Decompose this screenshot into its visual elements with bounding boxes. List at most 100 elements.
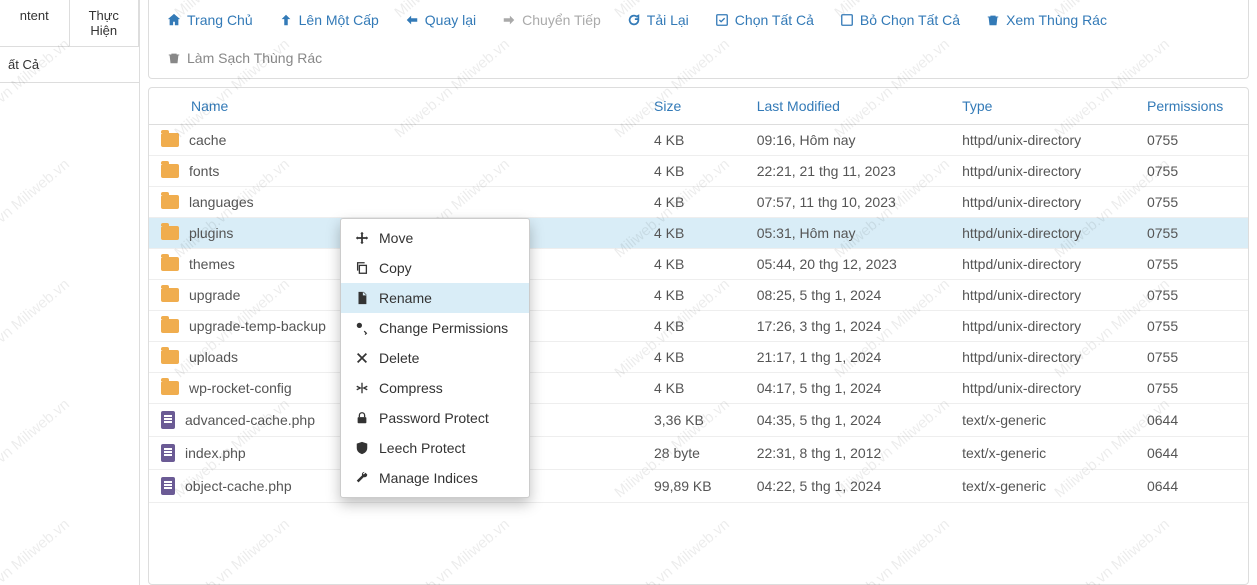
back-button[interactable]: Quay lại bbox=[395, 4, 486, 36]
file-name: upgrade-temp-backup bbox=[189, 318, 326, 334]
context-menu: Move Copy Rename Change Permissions Dele… bbox=[340, 218, 530, 498]
file-modified: 22:31, 8 thg 1, 2012 bbox=[745, 437, 950, 470]
table-row[interactable]: cache4 KB09:16, Hôm nayhttpd/unix-direct… bbox=[149, 125, 1248, 156]
file-permissions: 0755 bbox=[1135, 373, 1248, 404]
square-icon bbox=[840, 13, 854, 27]
file-name: languages bbox=[189, 194, 254, 210]
view-trash-button[interactable]: Xem Thùng Rác bbox=[976, 4, 1117, 36]
file-size: 4 KB bbox=[642, 218, 745, 249]
file-name: uploads bbox=[189, 349, 238, 365]
table-row[interactable]: advanced-cache.php3,36 KB04:35, 5 thg 1,… bbox=[149, 404, 1248, 437]
file-type: httpd/unix-directory bbox=[950, 311, 1135, 342]
ctx-copy[interactable]: Copy bbox=[341, 253, 529, 283]
column-permissions[interactable]: Permissions bbox=[1135, 88, 1248, 125]
table-row[interactable]: wp-rocket-config4 KB04:17, 5 thg 1, 2024… bbox=[149, 373, 1248, 404]
folder-icon bbox=[161, 257, 179, 271]
move-icon bbox=[355, 231, 369, 245]
table-row[interactable]: uploads 4 KB21:17, 1 thg 1, 2024httpd/uni… bbox=[149, 342, 1248, 373]
column-type[interactable]: Type bbox=[950, 88, 1135, 125]
file-icon bbox=[161, 411, 175, 429]
sidebar: ntent Thực Hiện ất Cả bbox=[0, 0, 140, 585]
sidebar-item-all[interactable]: ất Cả bbox=[0, 47, 139, 83]
file-modified: 21:17, 1 thg 1, 2024 bbox=[745, 342, 950, 373]
file-permissions: 0755 bbox=[1135, 125, 1248, 156]
reload-label: Tải Lại bbox=[647, 12, 689, 28]
unselect-all-label: Bỏ Chọn Tất Cả bbox=[860, 12, 960, 28]
file-type: text/x-generic bbox=[950, 404, 1135, 437]
file-type: httpd/unix-directory bbox=[950, 249, 1135, 280]
up-label: Lên Một Cấp bbox=[299, 12, 379, 28]
folder-icon bbox=[161, 288, 179, 302]
sidebar-tab-action[interactable]: Thực Hiện bbox=[70, 0, 140, 47]
unselect-all-button[interactable]: Bỏ Chọn Tất Cả bbox=[830, 4, 970, 36]
file-size: 99,89 KB bbox=[642, 470, 745, 503]
file-name: cache bbox=[189, 132, 226, 148]
table-row[interactable]: languages4 KB07:57, 11 thg 10, 2023httpd… bbox=[149, 187, 1248, 218]
trash-clean-icon bbox=[167, 51, 181, 65]
file-permissions: 0755 bbox=[1135, 187, 1248, 218]
file-size: 4 KB bbox=[642, 156, 745, 187]
up-one-level-button[interactable]: Lên Một Cấp bbox=[269, 4, 389, 36]
lock-icon bbox=[355, 411, 369, 425]
table-row[interactable]: plugins4 KB05:31, Hôm nayhttpd/unix-dire… bbox=[149, 218, 1248, 249]
ctx-leech-label: Leech Protect bbox=[379, 440, 465, 456]
file-name: wp-rocket-config bbox=[189, 380, 292, 396]
table-row[interactable]: index.php28 byte22:31, 8 thg 1, 2012text… bbox=[149, 437, 1248, 470]
file-permissions: 0755 bbox=[1135, 311, 1248, 342]
toolbar: Trang Chủ Lên Một Cấp Quay lại Chuyển Ti… bbox=[148, 0, 1249, 79]
folder-icon bbox=[161, 195, 179, 209]
ctx-rename[interactable]: Rename bbox=[341, 283, 529, 313]
table-row[interactable]: fonts4 KB22:21, 21 thg 11, 2023httpd/uni… bbox=[149, 156, 1248, 187]
column-size[interactable]: Size bbox=[642, 88, 745, 125]
folder-icon bbox=[161, 381, 179, 395]
folder-icon bbox=[161, 164, 179, 178]
ctx-chperm-label: Change Permissions bbox=[379, 320, 508, 336]
reload-icon bbox=[627, 13, 641, 27]
home-icon bbox=[167, 13, 181, 27]
empty-trash-button[interactable]: Làm Sạch Thùng Rác bbox=[157, 42, 332, 74]
file-modified: 07:57, 11 thg 10, 2023 bbox=[745, 187, 950, 218]
file-modified: 22:21, 21 thg 11, 2023 bbox=[745, 156, 950, 187]
file-size: 4 KB bbox=[642, 342, 745, 373]
select-all-button[interactable]: Chọn Tất Cả bbox=[705, 4, 824, 36]
ctx-manage-indices[interactable]: Manage Indices bbox=[341, 463, 529, 493]
ctx-delete[interactable]: Delete bbox=[341, 343, 529, 373]
forward-button: Chuyển Tiếp bbox=[492, 4, 611, 36]
folder-icon bbox=[161, 319, 179, 333]
file-type: httpd/unix-directory bbox=[950, 125, 1135, 156]
table-row[interactable]: themes4 KB05:44, 20 thg 12, 2023httpd/un… bbox=[149, 249, 1248, 280]
file-name: fonts bbox=[189, 163, 219, 179]
ctx-pwprotect-label: Password Protect bbox=[379, 410, 489, 426]
table-row[interactable]: upgrade4 KB08:25, 5 thg 1, 2024httpd/uni… bbox=[149, 280, 1248, 311]
table-row[interactable]: upgrade-temp-backup4 KB17:26, 3 thg 1, 2… bbox=[149, 311, 1248, 342]
file-icon bbox=[355, 291, 369, 305]
reload-button[interactable]: Tải Lại bbox=[617, 4, 699, 36]
file-modified: 04:35, 5 thg 1, 2024 bbox=[745, 404, 950, 437]
ctx-leech-protect[interactable]: Leech Protect bbox=[341, 433, 529, 463]
check-square-icon bbox=[715, 13, 729, 27]
ctx-change-permissions[interactable]: Change Permissions bbox=[341, 313, 529, 343]
column-modified[interactable]: Last Modified bbox=[745, 88, 950, 125]
file-size: 28 byte bbox=[642, 437, 745, 470]
file-name: themes bbox=[189, 256, 235, 272]
file-size: 4 KB bbox=[642, 280, 745, 311]
trash-icon bbox=[986, 13, 1000, 27]
file-permissions: 0644 bbox=[1135, 470, 1248, 503]
file-type: httpd/unix-directory bbox=[950, 280, 1135, 311]
column-name[interactable]: Name bbox=[149, 88, 642, 125]
ctx-indices-label: Manage Indices bbox=[379, 470, 478, 486]
ctx-move[interactable]: Move bbox=[341, 223, 529, 253]
arrow-right-icon bbox=[502, 13, 516, 27]
file-type: httpd/unix-directory bbox=[950, 342, 1135, 373]
file-permissions: 0755 bbox=[1135, 342, 1248, 373]
file-icon bbox=[161, 477, 175, 495]
file-modified: 05:44, 20 thg 12, 2023 bbox=[745, 249, 950, 280]
home-button[interactable]: Trang Chủ bbox=[157, 4, 263, 36]
file-icon bbox=[161, 444, 175, 462]
file-modified: 08:25, 5 thg 1, 2024 bbox=[745, 280, 950, 311]
table-row[interactable]: object-cache.php99,89 KB04:22, 5 thg 1, … bbox=[149, 470, 1248, 503]
ctx-password-protect[interactable]: Password Protect bbox=[341, 403, 529, 433]
ctx-compress-label: Compress bbox=[379, 380, 443, 396]
sidebar-tab-content[interactable]: ntent bbox=[0, 0, 70, 47]
ctx-compress[interactable]: Compress bbox=[341, 373, 529, 403]
